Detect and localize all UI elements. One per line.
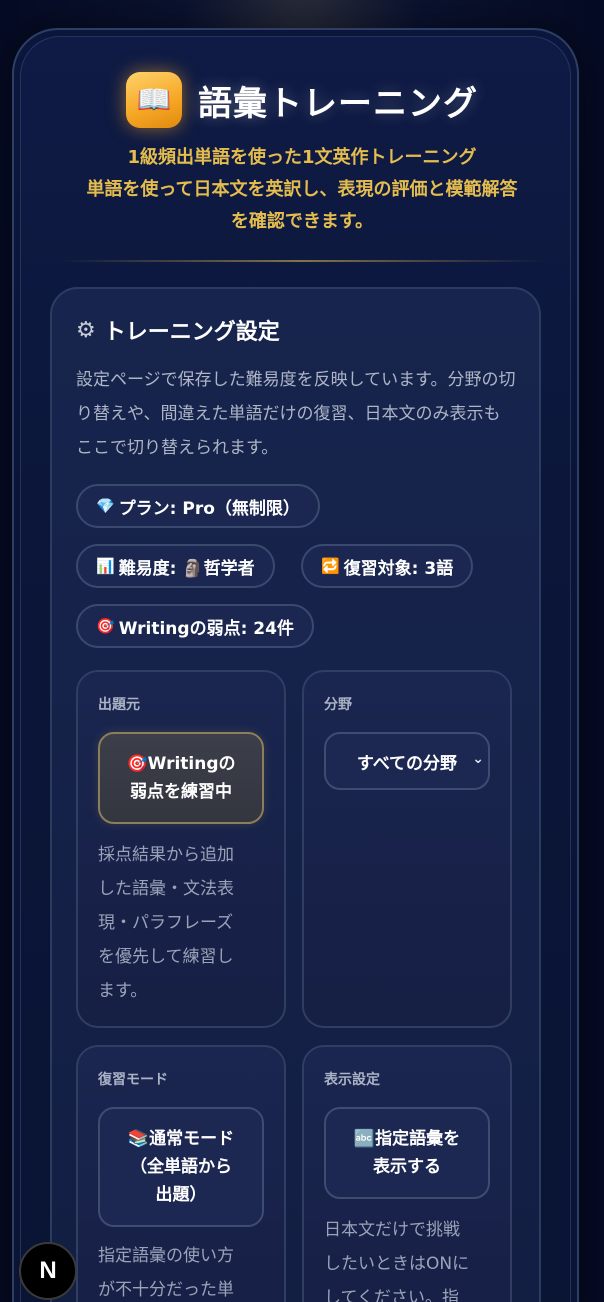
review-mode-panel: 復習モード 📚通常モード （全単語から 出題） 指定語彙の使い方が不十分だった単 <box>76 1045 286 1302</box>
weak-practice-line-1: 🎯Writingの <box>126 754 236 774</box>
normal-mode-line-3: 出題） <box>155 1185 207 1205</box>
subtitle: 1級頻出単語を使った1文英作トレーニング 単語を使って日本文を英訳し、表現の評価… <box>0 142 604 238</box>
settings-title-text: トレーニング設定 <box>103 320 280 345</box>
show-vocab-line-1: 🔤指定語彙を <box>353 1129 461 1149</box>
subtitle-line-3: を確認できます。 <box>230 211 374 232</box>
source-label: 出題元 <box>98 697 140 713</box>
title-row: 📖 語彙トレーニング <box>0 72 604 128</box>
display-settings-label: 表示設定 <box>324 1072 380 1088</box>
field-label: 分野 <box>324 697 352 713</box>
diamond-icon: 💎 <box>96 497 115 515</box>
display-settings-description: 日本文だけで挑戦したいときはONにしてください。指 <box>324 1220 470 1302</box>
writing-weak-badge-text: Writingの弱点: 24件 <box>118 618 294 639</box>
normal-mode-button[interactable]: 📚通常モード （全単語から 出題） <box>98 1107 264 1227</box>
show-vocab-button[interactable]: 🔤指定語彙を 表示する <box>324 1107 490 1199</box>
book-icon: 📖 <box>126 72 182 128</box>
plan-badge-text: プラン: Pro（無制限） <box>118 498 300 519</box>
gear-icon: ⚙ <box>76 317 96 343</box>
review-target-badge: 🔁 復習対象: 3語 <box>301 544 474 588</box>
display-settings-panel: 表示設定 🔤指定語彙を 表示する 日本文だけで挑戦したいときはONにしてください… <box>302 1045 512 1302</box>
target-icon: 🎯 <box>96 617 115 635</box>
review-mode-description: 指定語彙の使い方が不十分だった単 <box>98 1246 234 1300</box>
page-title: 語彙トレーニング <box>198 83 478 124</box>
chevron-down-icon: ⌄ <box>472 751 484 767</box>
writing-weak-badge: 🎯 Writingの弱点: 24件 <box>76 604 314 648</box>
repeat-icon: 🔁 <box>321 557 340 575</box>
settings-description: 設定ページで保存した難易度を反映しています。分野の切り替えや、間違えた単語だけの… <box>76 370 516 458</box>
normal-mode-line-2: （全単語から <box>129 1157 232 1177</box>
subtitle-line-1: 1級頻出単語を使った1文英作トレーニング <box>127 147 477 168</box>
difficulty-badge-text: 難易度: 🗿哲学者 <box>118 558 255 579</box>
plan-badge: 💎 プラン: Pro（無制限） <box>76 484 320 528</box>
weak-practice-button[interactable]: 🎯Writingの 弱点を練習中 <box>98 732 264 824</box>
review-mode-label: 復習モード <box>98 1072 168 1088</box>
settings-title: ⚙ トレーニング設定 <box>76 314 280 346</box>
nextjs-dev-badge[interactable]: N <box>19 1242 77 1300</box>
source-description: 採点結果から追加した語彙・文法表現・パラフレーズを優先して練習します。 <box>98 845 234 1001</box>
difficulty-badge: 📊 難易度: 🗿哲学者 <box>76 544 275 588</box>
normal-mode-line-1: 📚通常モード <box>127 1129 235 1149</box>
show-vocab-line-2: 表示する <box>372 1157 441 1177</box>
bar-chart-icon: 📊 <box>96 557 115 575</box>
app-header: 📖 語彙トレーニング 1級頻出単語を使った1文英作トレーニング 単語を使って日本… <box>0 72 604 238</box>
header-divider <box>60 260 544 262</box>
field-select[interactable]: すべての分野 ⌄ <box>324 732 490 790</box>
subtitle-line-2: 単語を使って日本文を英訳し、表現の評価と模範解答 <box>86 179 518 200</box>
weak-practice-line-2: 弱点を練習中 <box>130 782 232 802</box>
review-target-badge-text: 復習対象: 3語 <box>343 558 454 579</box>
field-panel: 分野 すべての分野 ⌄ <box>302 670 512 1028</box>
page: 📖 語彙トレーニング 1級頻出単語を使った1文英作トレーニング 単語を使って日本… <box>0 0 604 1302</box>
source-panel: 出題元 🎯Writingの 弱点を練習中 採点結果から追加した語彙・文法表現・パ… <box>76 670 286 1028</box>
field-select-value: すべての分野 <box>356 753 458 774</box>
